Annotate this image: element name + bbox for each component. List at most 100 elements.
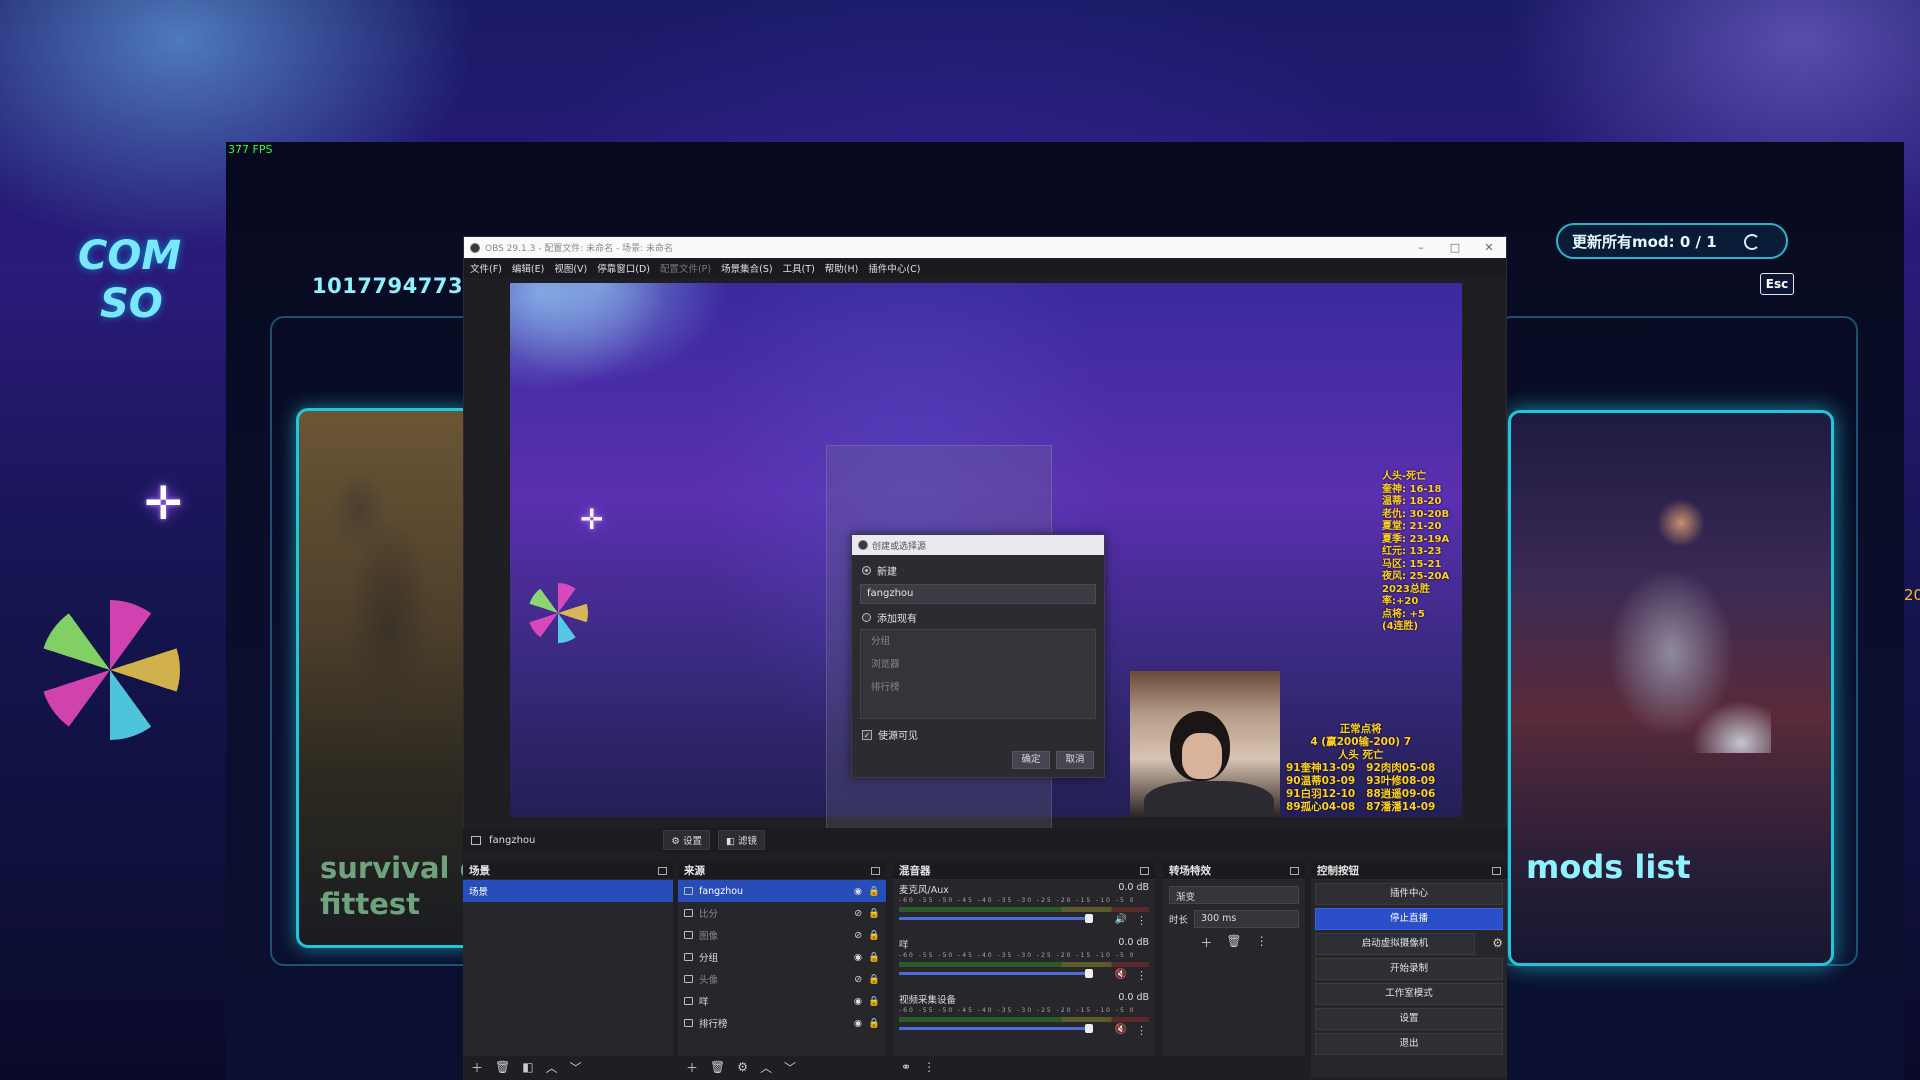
studio-mode-button[interactable]: 工作室模式 (1315, 983, 1503, 1005)
source-item[interactable]: 排行榜 ◉ 🔒 (678, 1012, 886, 1034)
list-item[interactable]: 浏览器 (861, 653, 1095, 676)
source-item[interactable]: 咩 ◉ 🔒 (678, 990, 886, 1012)
ok-button[interactable]: 确定 (1012, 751, 1050, 769)
plugin-center-button[interactable]: 插件中心 (1315, 883, 1503, 905)
eye-hidden-icon[interactable]: ⊘ (854, 974, 862, 985)
source-name-input[interactable]: fangzhou (860, 584, 1096, 604)
menu-tools[interactable]: 工具(T) (783, 261, 815, 275)
loading-spinner-icon (1744, 234, 1760, 250)
make-visible-checkbox[interactable]: ✓ (862, 729, 872, 740)
eye-hidden-icon[interactable]: ⊘ (854, 908, 862, 919)
close-icon[interactable]: ✕ (1472, 241, 1506, 254)
menu-scene-collection[interactable]: 场景集合(S) (721, 261, 772, 275)
lock-icon[interactable]: 🔒 (868, 930, 880, 941)
gear-icon[interactable]: ⚙ (1492, 936, 1503, 950)
mixer-dock: 混音器 麦克风/Aux 0.0 dB -60 -55 -50 -45 -40 -3… (893, 862, 1155, 1078)
menu-help[interactable]: 帮助(H) (825, 261, 859, 275)
mixer-dock-title: 混音器 (899, 865, 931, 877)
start-virtual-camera-button[interactable]: 启动虚拟摄像机 (1315, 933, 1475, 955)
volume-slider[interactable] (899, 969, 1093, 978)
create-select-source-dialog: 创建或选择源 新建 fangzhou 添加现有 分组 浏览器 排行榜 ✓ 使源可… (851, 534, 1105, 778)
scene-item[interactable]: 场景 (463, 880, 673, 902)
start-recording-button[interactable]: 开始录制 (1315, 958, 1503, 980)
kebab-menu-icon[interactable]: ⋮ (1136, 1024, 1147, 1037)
menu-profile[interactable]: 配置文件(P) (660, 261, 711, 275)
undock-icon[interactable] (1140, 866, 1149, 875)
move-down-icon[interactable]: ﹀ (570, 1059, 582, 1076)
lock-icon[interactable]: 🔒 (868, 974, 880, 985)
lock-icon[interactable]: 🔒 (868, 1018, 880, 1029)
volume-slider[interactable] (899, 914, 1093, 923)
minimize-icon[interactable]: – (1404, 241, 1438, 254)
move-up-icon[interactable]: ︿ (760, 1059, 772, 1076)
eye-icon[interactable]: ◉ (854, 952, 862, 963)
lock-icon[interactable]: 🔒 (868, 996, 880, 1007)
add-icon[interactable]: ＋ (471, 1059, 483, 1076)
trash-icon[interactable]: 🗑 (1226, 934, 1241, 951)
menu-plugin-center[interactable]: 插件中心(C) (868, 261, 920, 275)
source-item[interactable]: 分组 ◉ 🔒 (678, 946, 886, 968)
transition-type-select[interactable]: 渐变 (1169, 886, 1299, 904)
source-item[interactable]: 比分 ⊘ 🔒 (678, 902, 886, 924)
move-down-icon[interactable]: ﹀ (784, 1059, 796, 1076)
eye-hidden-icon[interactable]: ⊘ (854, 930, 862, 941)
stop-streaming-button[interactable]: 停止直播 (1315, 908, 1503, 930)
add-icon[interactable]: ＋ (1200, 934, 1212, 951)
make-visible-option[interactable]: ✓ 使源可见 (852, 727, 1104, 742)
left-card-title: COM SO (78, 233, 182, 327)
add-existing-option[interactable]: 添加现有 (852, 610, 1104, 625)
lock-icon[interactable]: 🔒 (868, 908, 880, 919)
crosshair-icon: ✛ (144, 476, 183, 530)
radio-add-existing[interactable] (862, 613, 871, 622)
create-new-option[interactable]: 新建 (852, 563, 1104, 578)
radio-create-new[interactable] (862, 566, 871, 575)
source-item[interactable]: 头像 ⊘ 🔒 (678, 968, 886, 990)
menu-view[interactable]: 视图(V) (554, 261, 587, 275)
exit-button[interactable]: 退出 (1315, 1033, 1503, 1055)
lock-icon[interactable]: 🔒 (868, 886, 880, 897)
list-item[interactable]: 分组 (861, 630, 1095, 653)
speaker-muted-icon[interactable]: 🔇 (1115, 969, 1127, 980)
audio-meter (899, 1017, 1149, 1022)
speaker-muted-icon[interactable]: 🔇 (1115, 1024, 1127, 1035)
speaker-icon[interactable]: 🔊 (1115, 914, 1127, 925)
maximize-icon[interactable]: □ (1438, 241, 1472, 254)
duration-input[interactable]: 300 ms (1194, 910, 1299, 928)
kebab-menu-icon[interactable]: ⋮ (923, 1060, 935, 1074)
trash-icon[interactable]: 🗑 (710, 1060, 725, 1074)
settings-button[interactable]: 设置 (1315, 1008, 1503, 1030)
add-icon[interactable]: ＋ (686, 1059, 698, 1076)
mods-list-label: mods list (1526, 848, 1691, 886)
player-id: 1017794773 (312, 274, 464, 298)
link-icon[interactable]: ⚭ (901, 1060, 911, 1074)
right-edge-number: 20 (1904, 586, 1920, 604)
eye-icon[interactable]: ◉ (854, 1018, 862, 1029)
filter-icon[interactable]: ◧ (522, 1060, 533, 1074)
menu-docks[interactable]: 停靠窗口(D) (597, 261, 650, 275)
source-item[interactable]: 图像 ⊘ 🔒 (678, 924, 886, 946)
list-item[interactable]: 排行榜 (861, 676, 1095, 699)
undock-icon[interactable] (1290, 866, 1299, 875)
eye-icon[interactable]: ◉ (854, 886, 862, 897)
menu-file[interactable]: 文件(F) (470, 261, 502, 275)
gear-icon[interactable]: ⚙ (737, 1060, 748, 1074)
undock-icon[interactable] (1492, 866, 1501, 875)
undock-icon[interactable] (658, 866, 667, 875)
kebab-menu-icon[interactable]: ⋮ (1136, 969, 1147, 982)
cancel-button[interactable]: 取消 (1056, 751, 1094, 769)
kebab-menu-icon[interactable]: ⋮ (1136, 914, 1147, 927)
eye-icon[interactable]: ◉ (854, 996, 862, 1007)
esc-button[interactable]: Esc (1760, 273, 1794, 295)
scene-filters-button[interactable]: ◧ 滤镜 (717, 830, 765, 850)
kebab-menu-icon[interactable]: ⋮ (1256, 934, 1268, 951)
trash-icon[interactable]: 🗑 (495, 1060, 510, 1074)
overlay-stats-bottom: 正常点将 4 (赢200输-200) 7 人头 死亡 91奎神13-09 92肉… (1286, 723, 1436, 813)
menu-edit[interactable]: 编辑(E) (512, 261, 544, 275)
lock-icon[interactable]: 🔒 (868, 952, 880, 963)
volume-slider[interactable] (899, 1024, 1093, 1033)
existing-sources-list[interactable]: 分组 浏览器 排行榜 (860, 629, 1096, 719)
undock-icon[interactable] (871, 866, 880, 875)
move-up-icon[interactable]: ︿ (546, 1059, 558, 1076)
source-item[interactable]: fangzhou ◉ 🔒 (678, 880, 886, 902)
scene-settings-button[interactable]: ⚙ 设置 (663, 830, 710, 850)
